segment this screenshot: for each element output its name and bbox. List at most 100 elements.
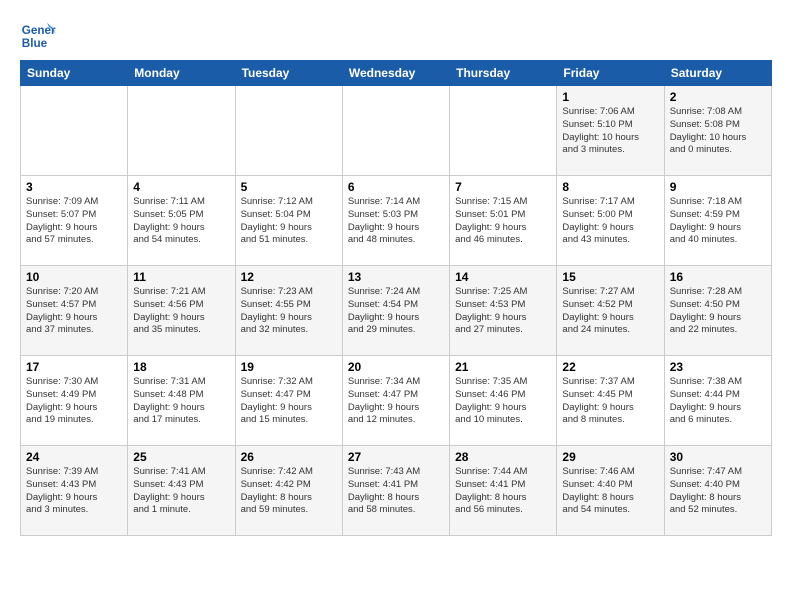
cell-info: Sunrise: 7:09 AM Sunset: 5:07 PM Dayligh… <box>26 196 122 247</box>
calendar-cell: 7 Sunrise: 7:15 AM Sunset: 5:01 PM Daylig… <box>450 176 557 266</box>
calendar-cell: 18 Sunrise: 7:31 AM Sunset: 4:48 PM Dayli… <box>128 356 235 446</box>
cell-info: Sunrise: 7:44 AM Sunset: 4:41 PM Dayligh… <box>455 466 551 517</box>
col-header-wednesday: Wednesday <box>342 61 449 86</box>
cell-info: Sunrise: 7:18 AM Sunset: 4:59 PM Dayligh… <box>670 196 766 247</box>
day-number: 17 <box>26 360 122 374</box>
calendar-cell: 26Sunrise: 7:42 AM Sunset: 4:42 PM Dayli… <box>235 446 342 536</box>
cell-info: Sunrise: 7:15 AM Sunset: 5:01 PM Dayligh… <box>455 196 551 247</box>
week-row-4: 17 Sunrise: 7:30 AM Sunset: 4:49 PM Dayli… <box>21 356 772 446</box>
cell-info: Sunrise: 7:35 AM Sunset: 4:46 PM Dayligh… <box>455 376 551 427</box>
day-number: 10 <box>26 270 122 284</box>
cell-info: Sunrise: 7:25 AM Sunset: 4:53 PM Dayligh… <box>455 286 551 337</box>
col-header-saturday: Saturday <box>664 61 771 86</box>
day-number: 20 <box>348 360 444 374</box>
svg-text:Blue: Blue <box>22 37 48 50</box>
cell-info: Sunrise: 7:28 AM Sunset: 4:50 PM Dayligh… <box>670 286 766 337</box>
cell-info: Sunrise: 7:20 AM Sunset: 4:57 PM Dayligh… <box>26 286 122 337</box>
calendar-cell: 15 Sunrise: 7:27 AM Sunset: 4:52 PM Dayli… <box>557 266 664 356</box>
calendar-table: SundayMondayTuesdayWednesdayThursdayFrid… <box>20 60 772 536</box>
cell-info: Sunrise: 7:21 AM Sunset: 4:56 PM Dayligh… <box>133 286 229 337</box>
cell-info: Sunrise: 7:14 AM Sunset: 5:03 PM Dayligh… <box>348 196 444 247</box>
col-header-sunday: Sunday <box>21 61 128 86</box>
calendar-cell: 8 Sunrise: 7:17 AM Sunset: 5:00 PM Daylig… <box>557 176 664 266</box>
calendar-cell: 3 Sunrise: 7:09 AM Sunset: 5:07 PM Daylig… <box>21 176 128 266</box>
week-row-5: 24Sunrise: 7:39 AM Sunset: 4:43 PM Dayli… <box>21 446 772 536</box>
day-number: 2 <box>670 90 766 104</box>
calendar-cell <box>128 86 235 176</box>
calendar-cell: 2 Sunrise: 7:08 AM Sunset: 5:08 PM Daylig… <box>664 86 771 176</box>
day-number: 18 <box>133 360 229 374</box>
calendar-cell: 12Sunrise: 7:23 AM Sunset: 4:55 PM Dayli… <box>235 266 342 356</box>
day-number: 22 <box>562 360 658 374</box>
calendar-cell: 14 Sunrise: 7:25 AM Sunset: 4:53 PM Dayli… <box>450 266 557 356</box>
cell-info: Sunrise: 7:08 AM Sunset: 5:08 PM Dayligh… <box>670 106 766 157</box>
col-header-tuesday: Tuesday <box>235 61 342 86</box>
calendar-cell: 24Sunrise: 7:39 AM Sunset: 4:43 PM Dayli… <box>21 446 128 536</box>
calendar-cell: 10 Sunrise: 7:20 AM Sunset: 4:57 PM Dayli… <box>21 266 128 356</box>
day-number: 30 <box>670 450 766 464</box>
calendar-cell: 4 Sunrise: 7:11 AM Sunset: 5:05 PM Daylig… <box>128 176 235 266</box>
cell-info: Sunrise: 7:30 AM Sunset: 4:49 PM Dayligh… <box>26 376 122 427</box>
day-number: 27 <box>348 450 444 464</box>
calendar-cell: 13 Sunrise: 7:24 AM Sunset: 4:54 PM Dayli… <box>342 266 449 356</box>
cell-info: Sunrise: 7:39 AM Sunset: 4:43 PM Dayligh… <box>26 466 122 517</box>
day-number: 16 <box>670 270 766 284</box>
cell-info: Sunrise: 7:11 AM Sunset: 5:05 PM Dayligh… <box>133 196 229 247</box>
cell-info: Sunrise: 7:17 AM Sunset: 5:00 PM Dayligh… <box>562 196 658 247</box>
header: General Blue <box>20 18 772 54</box>
week-row-1: 1 Sunrise: 7:06 AM Sunset: 5:10 PM Daylig… <box>21 86 772 176</box>
day-number: 21 <box>455 360 551 374</box>
cell-info: Sunrise: 7:23 AM Sunset: 4:55 PM Dayligh… <box>241 286 337 337</box>
cell-info: Sunrise: 7:32 AM Sunset: 4:47 PM Dayligh… <box>241 376 337 427</box>
cell-info: Sunrise: 7:06 AM Sunset: 5:10 PM Dayligh… <box>562 106 658 157</box>
cell-info: Sunrise: 7:42 AM Sunset: 4:42 PM Dayligh… <box>241 466 337 517</box>
day-number: 14 <box>455 270 551 284</box>
calendar-cell: 11 Sunrise: 7:21 AM Sunset: 4:56 PM Dayli… <box>128 266 235 356</box>
day-number: 19 <box>241 360 337 374</box>
cell-info: Sunrise: 7:27 AM Sunset: 4:52 PM Dayligh… <box>562 286 658 337</box>
day-number: 8 <box>562 180 658 194</box>
cell-info: Sunrise: 7:24 AM Sunset: 4:54 PM Dayligh… <box>348 286 444 337</box>
day-number: 15 <box>562 270 658 284</box>
cell-info: Sunrise: 7:47 AM Sunset: 4:40 PM Dayligh… <box>670 466 766 517</box>
col-header-friday: Friday <box>557 61 664 86</box>
calendar-cell <box>450 86 557 176</box>
cell-info: Sunrise: 7:34 AM Sunset: 4:47 PM Dayligh… <box>348 376 444 427</box>
calendar-cell: 1 Sunrise: 7:06 AM Sunset: 5:10 PM Daylig… <box>557 86 664 176</box>
calendar-cell <box>21 86 128 176</box>
day-number: 1 <box>562 90 658 104</box>
calendar-cell: 30 Sunrise: 7:47 AM Sunset: 4:40 PM Dayli… <box>664 446 771 536</box>
calendar-cell: 23Sunrise: 7:38 AM Sunset: 4:44 PM Dayli… <box>664 356 771 446</box>
day-number: 11 <box>133 270 229 284</box>
calendar-cell: 22Sunrise: 7:37 AM Sunset: 4:45 PM Dayli… <box>557 356 664 446</box>
calendar-cell <box>235 86 342 176</box>
page: General Blue SundayMondayTuesdayWednesda… <box>0 0 792 546</box>
calendar-cell: 6Sunrise: 7:14 AM Sunset: 5:03 PM Daylig… <box>342 176 449 266</box>
calendar-cell: 21 Sunrise: 7:35 AM Sunset: 4:46 PM Dayli… <box>450 356 557 446</box>
day-number: 3 <box>26 180 122 194</box>
cell-info: Sunrise: 7:46 AM Sunset: 4:40 PM Dayligh… <box>562 466 658 517</box>
day-number: 4 <box>133 180 229 194</box>
day-number: 29 <box>562 450 658 464</box>
day-number: 7 <box>455 180 551 194</box>
cell-info: Sunrise: 7:12 AM Sunset: 5:04 PM Dayligh… <box>241 196 337 247</box>
calendar-cell <box>342 86 449 176</box>
col-header-monday: Monday <box>128 61 235 86</box>
cell-info: Sunrise: 7:31 AM Sunset: 4:48 PM Dayligh… <box>133 376 229 427</box>
svg-text:General: General <box>22 24 56 37</box>
day-number: 5 <box>241 180 337 194</box>
day-number: 23 <box>670 360 766 374</box>
day-number: 9 <box>670 180 766 194</box>
day-number: 13 <box>348 270 444 284</box>
cell-info: Sunrise: 7:43 AM Sunset: 4:41 PM Dayligh… <box>348 466 444 517</box>
calendar-cell: 25 Sunrise: 7:41 AM Sunset: 4:43 PM Dayli… <box>128 446 235 536</box>
day-number: 28 <box>455 450 551 464</box>
col-header-thursday: Thursday <box>450 61 557 86</box>
calendar-cell: 19 Sunrise: 7:32 AM Sunset: 4:47 PM Dayli… <box>235 356 342 446</box>
calendar-cell: 28 Sunrise: 7:44 AM Sunset: 4:41 PM Dayli… <box>450 446 557 536</box>
logo-icon: General Blue <box>20 18 56 54</box>
week-row-2: 3 Sunrise: 7:09 AM Sunset: 5:07 PM Daylig… <box>21 176 772 266</box>
cell-info: Sunrise: 7:41 AM Sunset: 4:43 PM Dayligh… <box>133 466 229 517</box>
day-number: 25 <box>133 450 229 464</box>
calendar-cell: 16 Sunrise: 7:28 AM Sunset: 4:50 PM Dayli… <box>664 266 771 356</box>
